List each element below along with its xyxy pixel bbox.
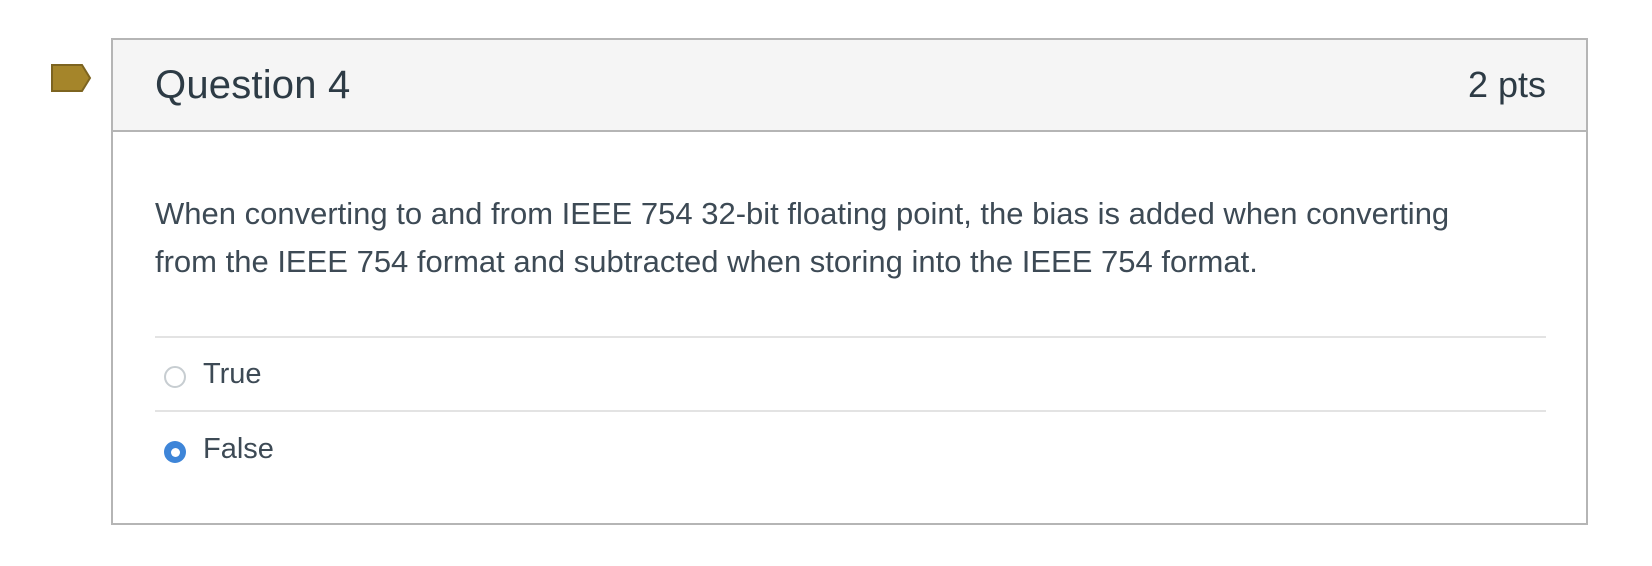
flag-question-icon[interactable] bbox=[51, 64, 93, 98]
answer-list: True False bbox=[155, 336, 1546, 486]
question-points: 2 pts bbox=[1467, 64, 1546, 105]
answer-label-false[interactable]: False bbox=[203, 433, 274, 466]
question-text: When converting to and from IEEE 754 32-… bbox=[155, 196, 1450, 279]
question-title: Question 4 bbox=[155, 62, 351, 107]
question-body: When converting to and from IEEE 754 32-… bbox=[113, 132, 1586, 486]
answer-option-false[interactable]: False bbox=[155, 412, 1546, 486]
question-header: Question 4 2 pts bbox=[113, 40, 1586, 132]
radio-unchecked-icon[interactable] bbox=[164, 366, 186, 388]
radio-checked-icon[interactable] bbox=[164, 441, 186, 463]
question-card: Question 4 2 pts When converting to and … bbox=[111, 38, 1588, 525]
answer-label-true[interactable]: True bbox=[203, 358, 262, 391]
answer-option-true[interactable]: True bbox=[155, 338, 1546, 412]
